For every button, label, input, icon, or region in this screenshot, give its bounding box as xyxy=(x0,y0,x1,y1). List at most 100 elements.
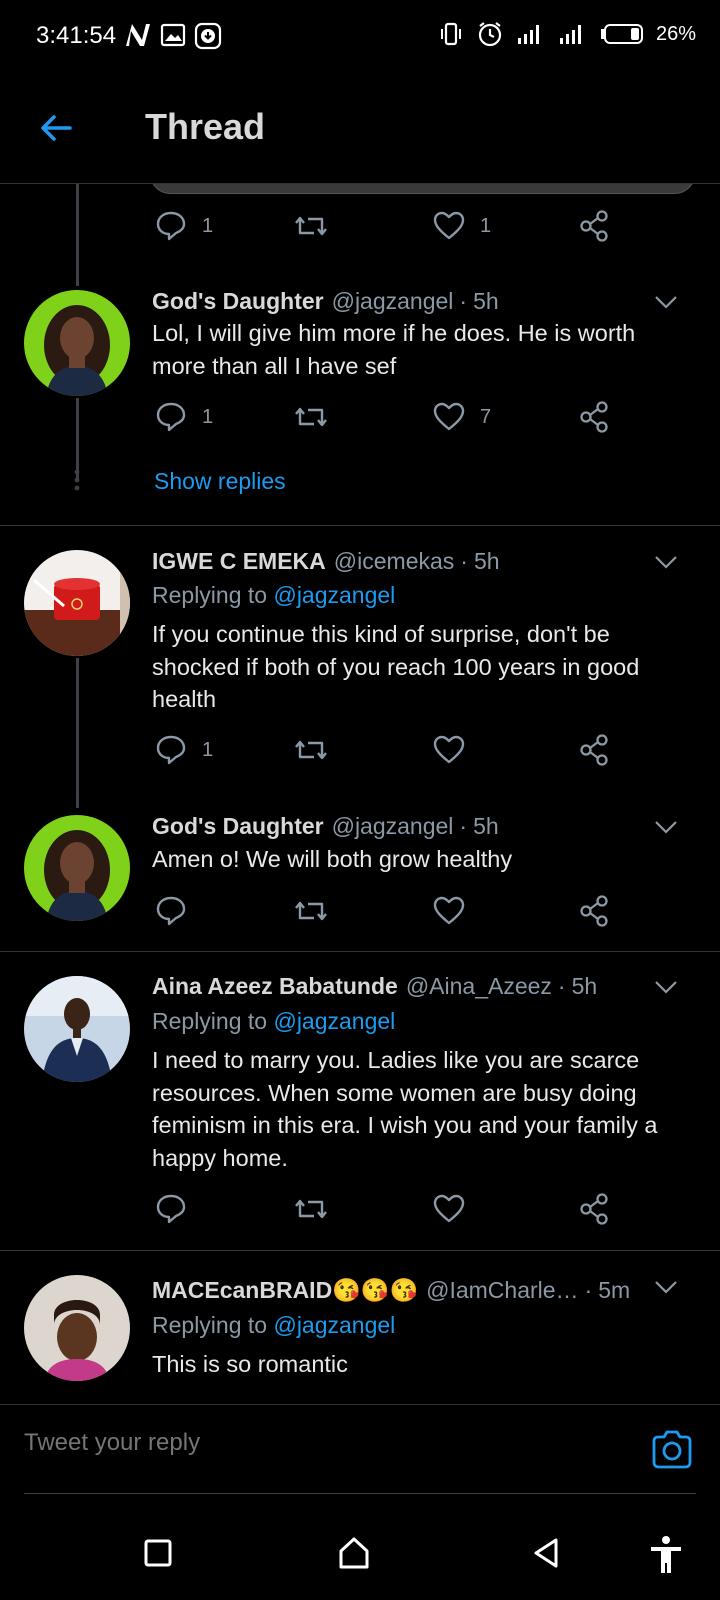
avatar[interactable] xyxy=(24,1275,130,1381)
divider xyxy=(0,525,720,526)
avatar-image xyxy=(24,1275,130,1381)
reply-count: 1 xyxy=(202,214,214,237)
divider xyxy=(0,951,720,952)
reply-button[interactable] xyxy=(154,894,188,928)
tweet-menu-button[interactable] xyxy=(652,973,680,1001)
tweet-menu-button[interactable] xyxy=(652,548,680,576)
like-button[interactable] xyxy=(432,733,466,767)
show-replies-link[interactable]: Show replies xyxy=(154,468,286,495)
replying-to-mention[interactable]: @jagzangel xyxy=(273,582,395,608)
home-button[interactable] xyxy=(336,1535,372,1571)
like-count: 7 xyxy=(480,405,492,428)
avatar[interactable] xyxy=(24,976,130,1082)
retweet-button[interactable] xyxy=(292,894,330,928)
back-nav-button[interactable] xyxy=(528,1535,564,1571)
square-icon xyxy=(144,1539,172,1567)
signal-icon xyxy=(517,25,539,44)
reply-input[interactable] xyxy=(24,1429,584,1457)
tweet-time: 5h xyxy=(571,973,598,999)
share-icon xyxy=(580,210,608,242)
author-handle[interactable]: @IamCharle… xyxy=(426,1277,578,1304)
author-handle[interactable]: @jagzangel xyxy=(332,288,454,315)
tweet-actions: 1 1 xyxy=(150,209,620,249)
heart-icon xyxy=(433,1194,465,1223)
share-button[interactable] xyxy=(578,894,610,928)
reply-button[interactable]: 1 xyxy=(154,209,213,243)
media-image[interactable] xyxy=(150,184,695,194)
chevron-down-icon xyxy=(655,981,677,994)
author-name[interactable]: MACEcanBRAID😘😘😘 xyxy=(152,1277,418,1304)
author-name[interactable]: Aina Azeez Babatunde xyxy=(152,973,398,1000)
tweet-menu-button[interactable] xyxy=(652,813,680,841)
heart-icon xyxy=(433,402,465,431)
share-icon xyxy=(580,401,608,433)
replying-to-label: Replying to xyxy=(152,1008,268,1034)
share-icon xyxy=(580,895,608,927)
battery-icon xyxy=(600,24,643,44)
author-handle[interactable]: @Aina_Azeez xyxy=(406,973,552,1000)
like-button[interactable]: 7 xyxy=(432,400,491,434)
accessibility-button[interactable] xyxy=(648,1535,684,1573)
tweet-menu-button[interactable] xyxy=(652,288,680,316)
author-name[interactable]: God's Daughter xyxy=(152,288,324,315)
share-button[interactable] xyxy=(578,209,610,243)
avatar-image xyxy=(24,290,130,396)
speech-bubble-icon xyxy=(156,1194,186,1224)
replying-to-mention[interactable]: @jagzangel xyxy=(273,1312,395,1338)
heart-icon xyxy=(433,211,465,240)
author-handle[interactable]: @icemekas xyxy=(334,548,455,575)
replying-to: Replying to @jagzangel xyxy=(152,582,395,609)
thread-connector xyxy=(76,398,79,478)
tweet-text: This is so romantic xyxy=(152,1351,348,1377)
replying-to-label: Replying to xyxy=(152,1312,268,1338)
like-button[interactable]: 1 xyxy=(432,209,491,243)
tweet-actions xyxy=(150,1192,620,1232)
reply-count: 1 xyxy=(202,738,214,761)
heart-icon xyxy=(433,735,465,764)
like-button[interactable] xyxy=(432,894,466,928)
reply-button[interactable] xyxy=(154,1192,188,1226)
chevron-down-icon xyxy=(655,296,677,309)
image-icon xyxy=(160,23,186,47)
more-dots xyxy=(74,469,80,496)
tweet-time: 5h xyxy=(473,548,500,574)
like-count: 1 xyxy=(480,214,492,237)
share-button[interactable] xyxy=(578,1192,610,1226)
tweet-time: 5h xyxy=(473,813,499,839)
tweet-time: 5m xyxy=(598,1277,631,1303)
retweet-button[interactable] xyxy=(292,209,330,243)
avatar[interactable] xyxy=(24,290,130,396)
dot-separator: · xyxy=(584,1277,593,1303)
share-button[interactable] xyxy=(578,733,610,767)
thread-connector xyxy=(76,184,79,286)
author-name[interactable]: IGWE C EMEKA xyxy=(152,548,326,575)
avatar[interactable] xyxy=(24,815,130,921)
author-handle[interactable]: @jagzangel xyxy=(332,813,454,840)
retweet-button[interactable] xyxy=(292,733,330,767)
thread-feed[interactable]: 1 1 God's Daughter @jagzangel · 5h Lol, … xyxy=(0,184,720,1404)
recents-button[interactable] xyxy=(140,1535,176,1571)
camera-button[interactable] xyxy=(650,1427,694,1471)
retweet-button[interactable] xyxy=(292,400,330,434)
replying-to: Replying to @jagzangel xyxy=(152,1008,395,1035)
reply-button[interactable]: 1 xyxy=(154,733,213,767)
vibrate-icon xyxy=(440,22,461,46)
back-button[interactable] xyxy=(36,108,76,148)
tweet-text: Amen o! We will both grow healthy xyxy=(152,846,513,872)
replying-to-mention[interactable]: @jagzangel xyxy=(273,1008,395,1034)
avatar-image xyxy=(24,550,130,656)
alarm-icon xyxy=(478,22,502,47)
triangle-back-icon xyxy=(534,1538,558,1568)
tweet-time: 5h xyxy=(473,288,499,314)
divider xyxy=(0,1250,720,1251)
share-button[interactable] xyxy=(578,400,610,434)
retweet-button[interactable] xyxy=(292,1192,330,1226)
dot-separator: · xyxy=(459,813,468,839)
avatar[interactable] xyxy=(24,550,130,656)
author-name[interactable]: God's Daughter xyxy=(152,813,324,840)
dot-separator: · xyxy=(557,973,566,999)
like-button[interactable] xyxy=(432,1192,466,1226)
avatar-image xyxy=(24,976,130,1082)
tweet-menu-button[interactable] xyxy=(652,1273,680,1301)
reply-button[interactable]: 1 xyxy=(154,400,213,434)
